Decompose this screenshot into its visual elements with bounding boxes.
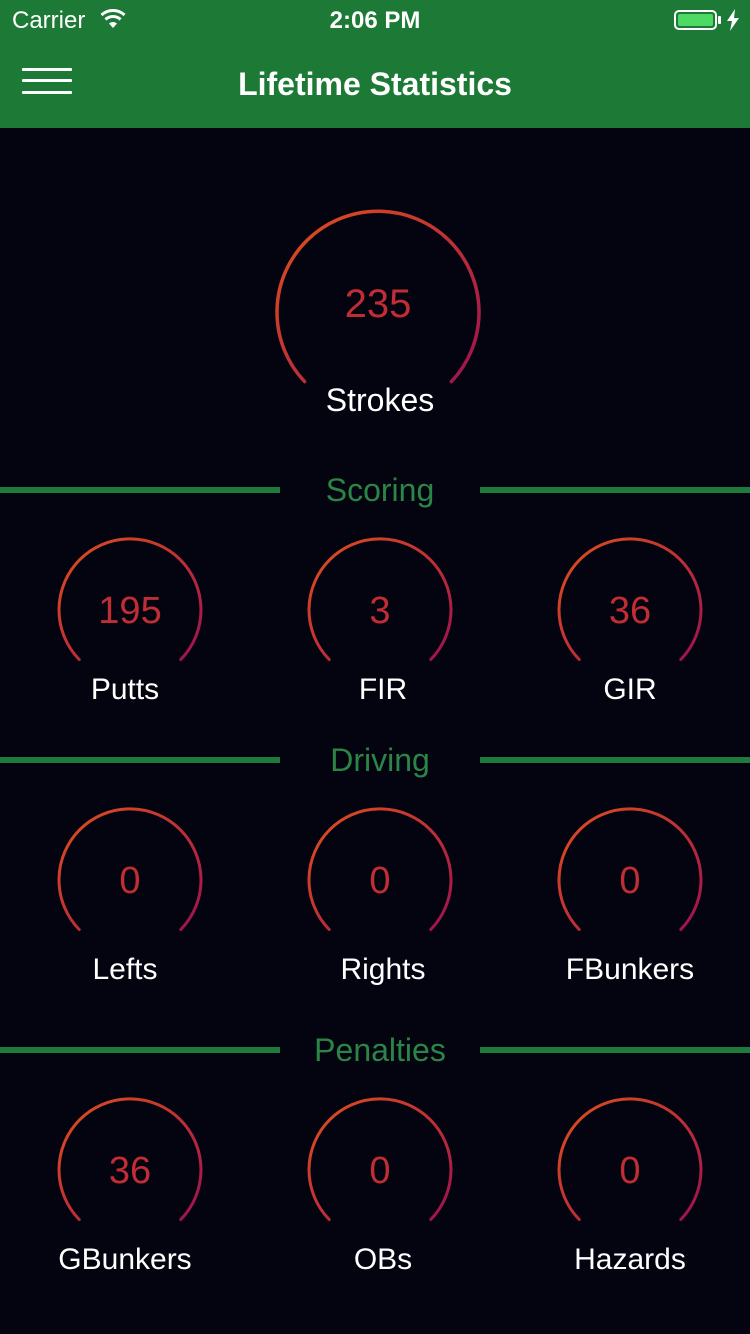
gir-label: GIR xyxy=(603,673,657,706)
fir-label: FIR xyxy=(358,673,408,706)
gbunkers-gauge: 36 xyxy=(57,1097,203,1223)
gir-gauge: 36 xyxy=(557,537,703,663)
putts-label: Putts xyxy=(90,673,160,706)
hazards-value: 0 xyxy=(619,1150,641,1192)
rights-gauge: 0 xyxy=(307,807,453,933)
hazards-label: Hazards xyxy=(574,1243,686,1276)
fbunkers-label: FBunkers xyxy=(565,953,695,986)
strokes-gauge: 235 xyxy=(274,206,482,386)
rights-label: Rights xyxy=(340,953,426,986)
battery-icon xyxy=(674,10,721,30)
clock: 2:06 PM xyxy=(329,7,421,34)
fir-value: 3 xyxy=(369,590,391,632)
hazards-gauge: 0 xyxy=(557,1097,703,1223)
strokes-label: Strokes xyxy=(325,382,435,418)
section-divider-left xyxy=(0,487,280,493)
section-title-driving: Driving xyxy=(330,742,430,778)
gbunkers-label: GBunkers xyxy=(58,1243,192,1276)
fbunkers-value: 0 xyxy=(619,860,641,902)
rights-value: 0 xyxy=(369,860,391,902)
lefts-value: 0 xyxy=(119,860,141,902)
gir-value: 36 xyxy=(608,590,652,632)
obs-label: OBs xyxy=(353,1243,413,1276)
gbunkers-value: 36 xyxy=(108,1150,152,1192)
section-title-penalties: Penalties xyxy=(314,1032,446,1068)
status-bar: Carrier 2:06 PM xyxy=(0,0,750,40)
nav-bar: Carrier 2:06 PM Lifetime Statistics xyxy=(0,0,750,128)
section-divider-left xyxy=(0,1047,280,1053)
obs-value: 0 xyxy=(369,1150,391,1192)
charging-bolt-icon xyxy=(727,9,739,31)
page-title: Lifetime Statistics xyxy=(238,66,512,102)
putts-value: 195 xyxy=(98,590,162,632)
putts-gauge: 195 xyxy=(57,537,203,663)
lefts-gauge: 0 xyxy=(57,807,203,933)
lefts-label: Lefts xyxy=(92,953,158,986)
obs-gauge: 0 xyxy=(307,1097,453,1223)
section-divider-right xyxy=(480,757,750,763)
section-title-scoring: Scoring xyxy=(325,472,435,508)
section-divider-right xyxy=(480,1047,750,1053)
fir-gauge: 3 xyxy=(307,537,453,663)
strokes-value: 235 xyxy=(344,282,412,326)
section-divider-right xyxy=(480,487,750,493)
section-divider-left xyxy=(0,757,280,763)
fbunkers-gauge: 0 xyxy=(557,807,703,933)
